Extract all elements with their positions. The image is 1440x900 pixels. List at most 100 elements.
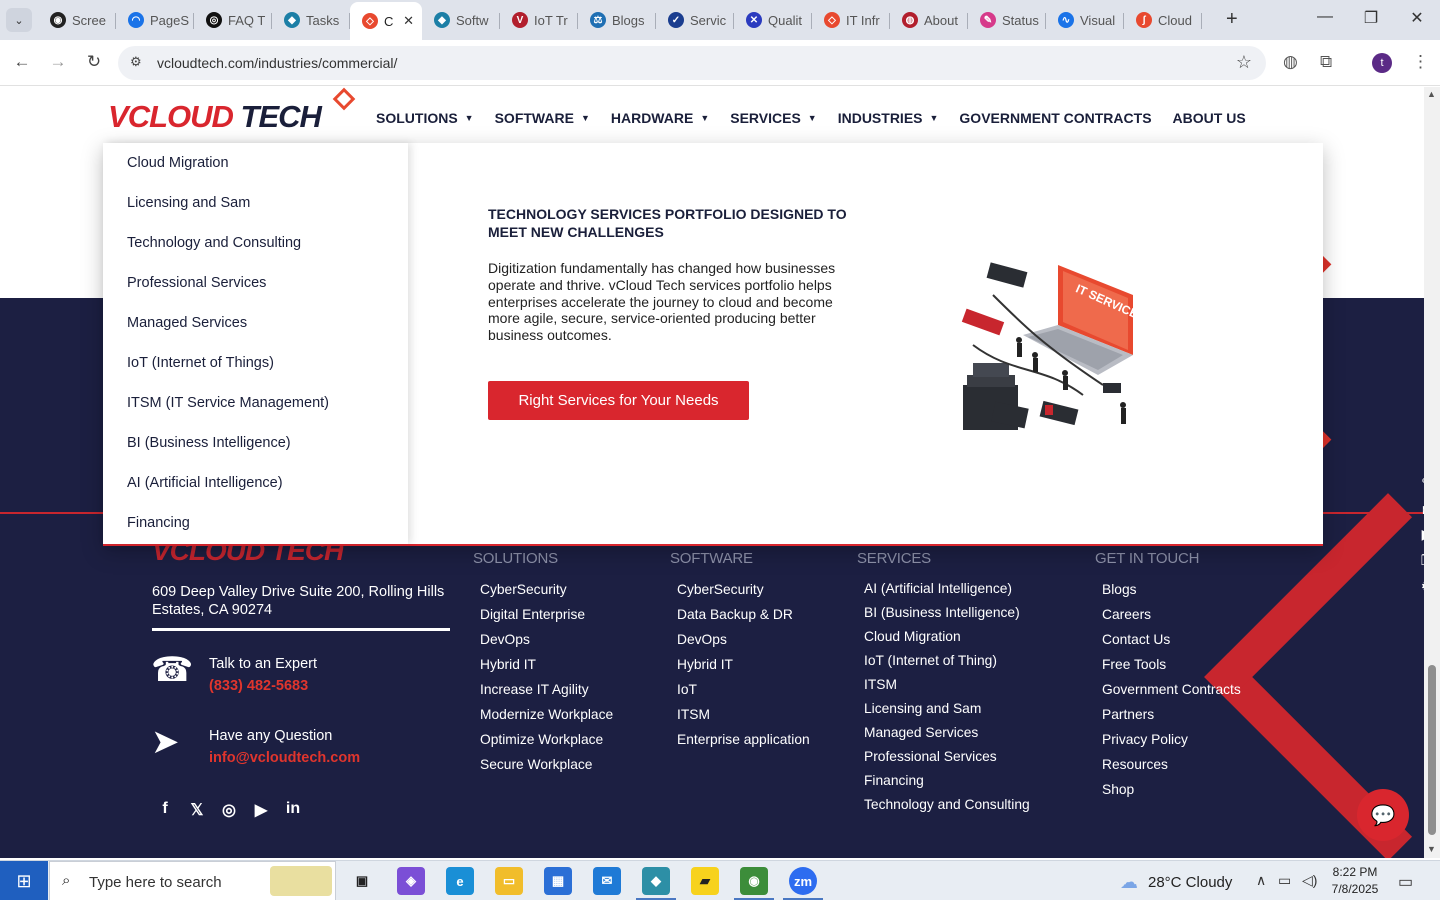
store-icon[interactable]: ▦ (544, 867, 572, 895)
sticky-notes-icon[interactable]: ▰ (691, 867, 719, 895)
footer-link[interactable]: Secure Workplace (480, 757, 592, 772)
translate-icon[interactable]: ◍ (1283, 52, 1298, 72)
app-diamond-icon[interactable]: ◆ (642, 867, 670, 895)
bookmark-star-icon[interactable]: ☆ (1236, 52, 1252, 73)
weather-widget[interactable]: ☁ 28°C Cloudy (1120, 872, 1232, 893)
site-logo[interactable]: VCLOUD TECH (108, 99, 322, 135)
notifications-icon[interactable]: ▭ (1398, 872, 1413, 892)
edge-icon[interactable]: e (446, 867, 474, 895)
chrome-icon[interactable]: ◉ (740, 867, 768, 895)
browser-tab[interactable]: ◎ FAQ T (194, 6, 272, 34)
footer-link[interactable]: Data Backup & DR (677, 607, 793, 622)
tray-chevron-icon[interactable]: ∧ (1256, 872, 1266, 889)
footer-link[interactable]: Increase IT Agility (480, 682, 589, 697)
chat-bubble-button[interactable]: 💬 (1357, 789, 1409, 841)
volume-icon[interactable]: ◁) (1302, 872, 1317, 889)
browser-tab[interactable]: V IoT Tr (500, 6, 578, 34)
footer-link[interactable]: Hybrid IT (480, 657, 536, 672)
scroll-up-icon[interactable]: ▲ (1427, 89, 1436, 99)
nav-item-hardware[interactable]: HARDWARE ▼ (611, 110, 709, 126)
footer-link[interactable]: AI (Artificial Intelligence) (864, 581, 1012, 596)
nav-item-solutions[interactable]: SOLUTIONS ▼ (376, 110, 474, 126)
mega-menu-item[interactable]: Managed Services (127, 315, 247, 331)
back-icon[interactable]: ← (10, 52, 34, 72)
email-link[interactable]: info@vcloudtech.com (209, 750, 360, 766)
taskbar-search[interactable]: ⌕ Type here to search (49, 861, 336, 900)
browser-tab[interactable]: ∿ Visual (1046, 6, 1124, 34)
system-clock[interactable]: 8:22 PM 7/8/2025 (1326, 864, 1384, 898)
minimize-icon[interactable]: — (1310, 8, 1340, 26)
mega-menu-item[interactable]: Professional Services (127, 275, 266, 291)
close-tab-icon[interactable]: ✕ (403, 13, 414, 29)
footer-link[interactable]: Hybrid IT (677, 657, 733, 672)
footer-link[interactable]: Digital Enterprise (480, 607, 585, 622)
footer-link[interactable]: Managed Services (864, 725, 978, 740)
browser-tab[interactable]: ✎ Status (968, 6, 1046, 34)
instagram-icon[interactable]: ◎ (218, 800, 240, 820)
footer-link[interactable]: Financing (864, 773, 924, 788)
address-bar[interactable]: ⚙ vcloudtech.com/industries/commercial/ … (118, 46, 1266, 80)
footer-link[interactable]: Licensing and Sam (864, 701, 981, 716)
footer-link[interactable]: Blogs (1102, 582, 1137, 597)
scrollbar-thumb[interactable] (1428, 665, 1436, 835)
browser-tab[interactable]: ✓ Servic (656, 6, 734, 34)
footer-link[interactable]: CyberSecurity (677, 582, 764, 597)
footer-link[interactable]: DevOps (677, 632, 727, 647)
browser-tab[interactable]: ◍ About (890, 6, 968, 34)
task-view-icon[interactable]: ▣ (348, 867, 376, 895)
footer-link[interactable]: Optimize Workplace (480, 732, 603, 747)
settings-gear-icon[interactable]: ⚙ (1414, 578, 1424, 595)
copilot-icon[interactable]: ◈ (397, 867, 425, 895)
footer-link[interactable]: Modernize Workplace (480, 707, 613, 722)
nav-item-services[interactable]: SERVICES ▼ (730, 110, 816, 126)
browser-tab[interactable]: ◇ IT Infr (812, 6, 890, 34)
reload-icon[interactable]: ↻ (82, 52, 106, 72)
footer-link[interactable]: BI (Business Intelligence) (864, 605, 1020, 620)
browser-tab[interactable]: ⚖ Blogs (578, 6, 656, 34)
footer-link[interactable]: CyberSecurity (480, 582, 567, 597)
file-explorer-icon[interactable]: ▭ (495, 867, 523, 895)
menu-dots-icon[interactable]: ⋮ (1412, 52, 1429, 72)
footer-link[interactable]: Enterprise application (677, 732, 810, 747)
close-window-icon[interactable]: ✕ (1402, 8, 1432, 28)
footer-link[interactable]: IoT (Internet of Thing) (864, 653, 997, 668)
nav-item-software[interactable]: SOFTWARE ▼ (495, 110, 590, 126)
footer-link[interactable]: Free Tools (1102, 657, 1166, 672)
mega-menu-item[interactable]: Financing (127, 515, 190, 531)
mega-menu-item[interactable]: BI (Business Intelligence) (127, 435, 291, 451)
right-services-button[interactable]: Right Services for Your Needs (488, 381, 749, 420)
facebook-icon[interactable]: f (154, 800, 176, 818)
footer-link[interactable]: Resources (1102, 757, 1168, 772)
mega-menu-item[interactable]: ITSM (IT Service Management) (127, 395, 329, 411)
browser-tab[interactable]: ◇ C ✕ (350, 2, 422, 40)
linkedin-icon[interactable]: in (282, 800, 304, 818)
footer-link[interactable]: Partners (1102, 707, 1154, 722)
mega-menu-item[interactable]: AI (Artificial Intelligence) (127, 475, 283, 491)
extensions-icon[interactable]: ⧉ (1320, 52, 1332, 72)
nav-item-industries[interactable]: INDUSTRIES ▼ (838, 110, 939, 126)
tab-search-button[interactable]: ⌄ (6, 8, 32, 32)
video-icon[interactable]: ▶ (1414, 526, 1424, 543)
browser-tab[interactable]: ◆ Tasks (272, 6, 350, 34)
new-tab-button[interactable]: + (1226, 8, 1238, 31)
start-button[interactable]: ⊞ (0, 861, 48, 900)
nav-item-about-us[interactable]: ABOUT US (1173, 110, 1246, 126)
site-info-icon[interactable]: ⚙ (130, 54, 142, 70)
footer-link[interactable]: Cloud Migration (864, 629, 961, 644)
x-twitter-icon[interactable]: 𝕏 (186, 800, 208, 820)
browser-tab[interactable]: ◉ Scree (38, 6, 116, 34)
restore-icon[interactable]: ❐ (1356, 8, 1386, 28)
profile-avatar[interactable]: t (1372, 53, 1392, 73)
nav-item-government-contracts[interactable]: GOVERNMENT CONTRACTS (959, 110, 1151, 126)
mega-menu-item[interactable]: Cloud Migration (127, 155, 229, 171)
browser-tab[interactable]: ʃ Cloud (1124, 6, 1202, 34)
footer-link[interactable]: Technology and Consulting (864, 797, 1030, 812)
scroll-down-icon[interactable]: ▼ (1427, 844, 1436, 854)
footer-link[interactable]: ITSM (864, 677, 897, 692)
browser-tab[interactable]: ◆ Softw (422, 6, 500, 34)
footer-link[interactable]: Privacy Policy (1102, 732, 1188, 747)
mega-menu-item[interactable]: Technology and Consulting (127, 235, 301, 251)
footer-link[interactable]: Professional Services (864, 749, 997, 764)
forward-icon[interactable]: → (46, 52, 70, 72)
footer-link[interactable]: Contact Us (1102, 632, 1170, 647)
